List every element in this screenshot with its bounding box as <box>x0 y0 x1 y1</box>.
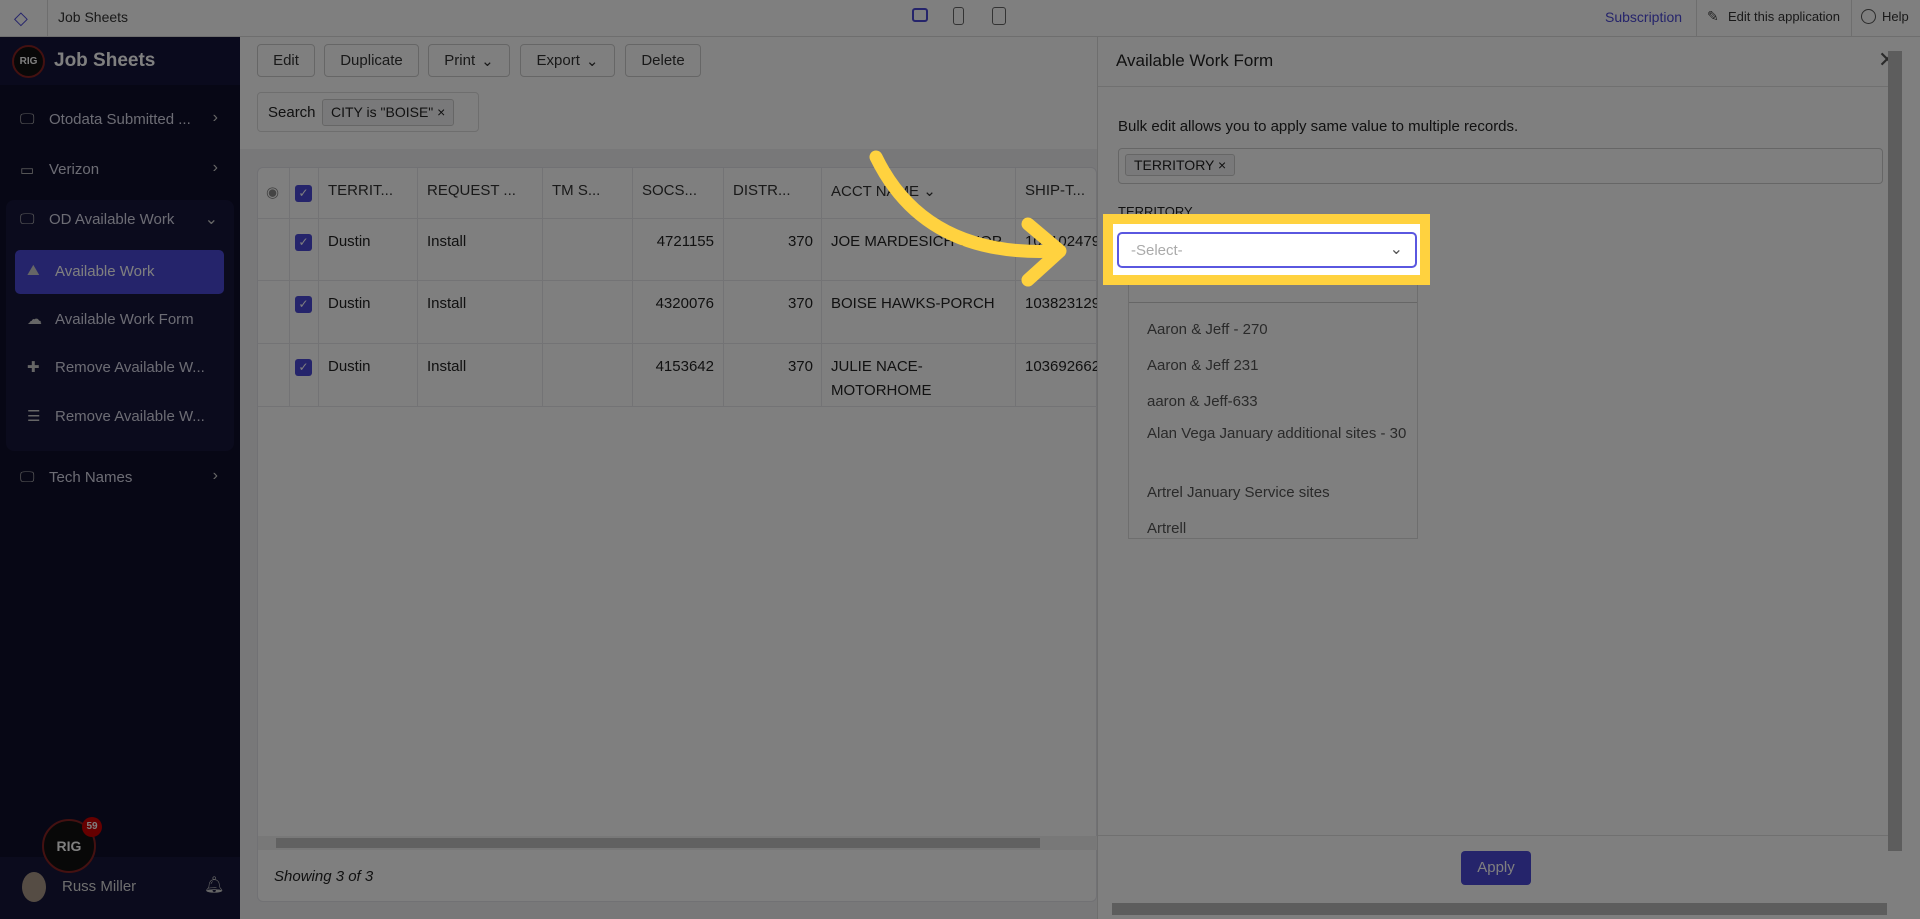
pointer-arrow-icon <box>869 150 1067 287</box>
